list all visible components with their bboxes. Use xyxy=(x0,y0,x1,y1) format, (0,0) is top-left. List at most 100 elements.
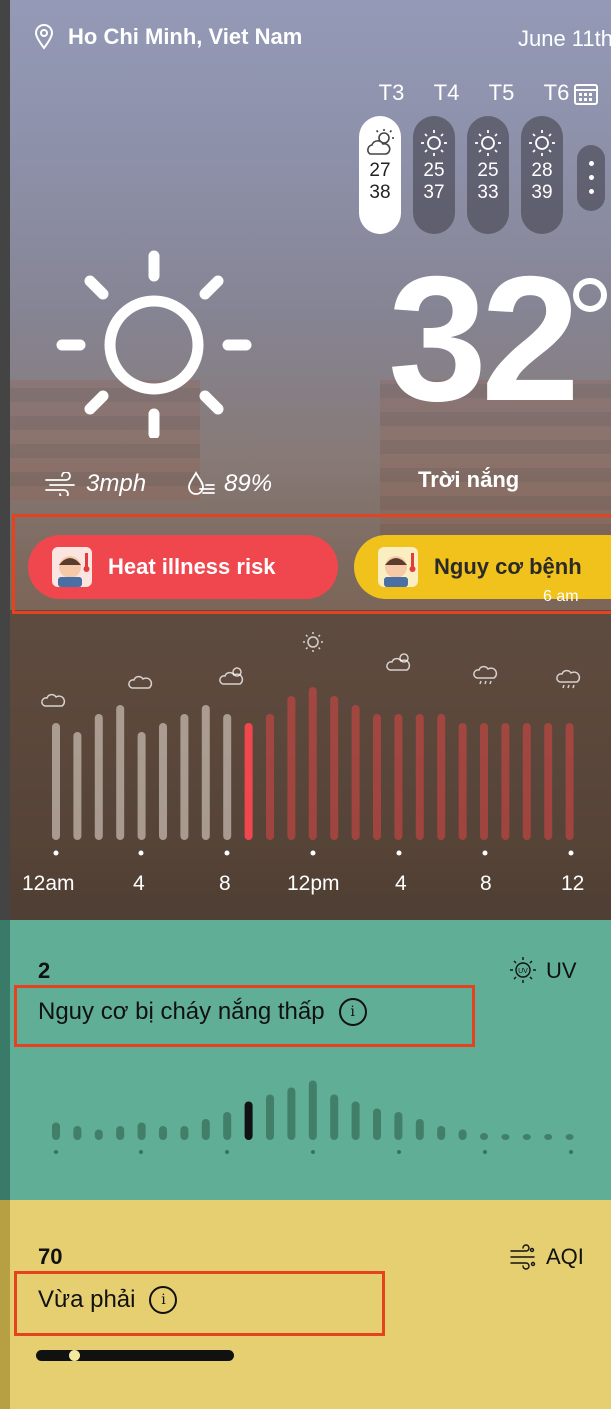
hour-tick-dot xyxy=(53,850,59,856)
hourly-bar xyxy=(266,714,274,840)
uv-bar xyxy=(480,1133,488,1140)
forecast-card[interactable]: 25 37 xyxy=(413,116,455,234)
forecast-card[interactable]: 28 39 xyxy=(521,116,563,234)
uv-tick-dot xyxy=(483,1150,487,1154)
humidity-icon xyxy=(188,471,215,495)
sun-icon xyxy=(421,130,447,156)
hourly-axis: 12am 4 8 12pm 4 8 12 xyxy=(0,872,611,902)
forecast-card[interactable]: 25 33 xyxy=(467,116,509,234)
hour-tick-dot xyxy=(396,850,402,856)
rain-cloud-icon xyxy=(556,669,581,689)
air-quality-icon xyxy=(510,1244,536,1270)
aqi-description: Vừa phải i xyxy=(38,1286,178,1314)
uv-tick-dot xyxy=(139,1150,143,1154)
uv-icon: UV xyxy=(508,955,538,990)
info-icon[interactable]: i xyxy=(338,998,367,1026)
forecast-low: 25 xyxy=(477,160,499,181)
hourly-bar xyxy=(137,732,146,840)
forecast-low: 25 xyxy=(423,160,445,181)
cloud-icon xyxy=(41,693,66,707)
hourly-bar xyxy=(544,723,553,840)
sun-icon xyxy=(475,130,501,156)
uv-bar xyxy=(223,1112,232,1140)
cloud-icon xyxy=(128,675,153,689)
uv-risk-text: Nguy cơ bị cháy nắng thấp xyxy=(38,998,325,1025)
rain-cloud-icon xyxy=(473,665,498,685)
uv-tick-dot xyxy=(569,1150,573,1154)
uv-tick-dot xyxy=(397,1150,401,1154)
aqi-status-text: Vừa phải xyxy=(38,1286,136,1313)
uv-bar xyxy=(522,1134,531,1140)
heat-illness-risk-button[interactable]: Heat illness risk xyxy=(28,535,338,599)
hourly-bar xyxy=(330,696,339,840)
hourly-bar xyxy=(501,723,510,840)
hourly-bar xyxy=(116,705,125,840)
hourly-bar xyxy=(437,714,446,840)
degree-symbol xyxy=(573,278,607,312)
uv-bar xyxy=(201,1119,210,1140)
alert-label: Nguy cơ bệnh xyxy=(434,554,582,579)
partly-cloudy-icon xyxy=(386,653,411,671)
uv-bar xyxy=(116,1126,125,1140)
calendar-icon[interactable] xyxy=(573,82,599,106)
uv-bar xyxy=(244,1101,253,1140)
hourly-bar xyxy=(201,705,210,840)
weather-screen: Ho Chi Minh, Viet Nam June 11th T3 T4 T5… xyxy=(0,0,611,1409)
forecast-low: 28 xyxy=(531,160,553,181)
day-label[interactable]: T4 xyxy=(419,80,474,106)
day-label[interactable]: T5 xyxy=(474,80,529,106)
location[interactable]: Ho Chi Minh, Viet Nam xyxy=(34,24,302,50)
hour-label: 12am xyxy=(22,872,75,895)
uv-tick-dot xyxy=(54,1150,58,1154)
uv-bar xyxy=(373,1108,381,1140)
forecast-high: 38 xyxy=(369,182,391,203)
uv-bar xyxy=(351,1101,360,1140)
hour-label: 8 xyxy=(480,872,492,895)
uv-chart xyxy=(52,1080,574,1154)
overheated-face-icon xyxy=(52,547,92,587)
uv-bar xyxy=(52,1122,60,1140)
humidity-value: 89% xyxy=(224,470,273,497)
more-menu-button[interactable] xyxy=(577,145,605,211)
uv-tick-dot xyxy=(311,1150,315,1154)
hour-tick-dot xyxy=(224,850,230,856)
location-name: Ho Chi Minh, Viet Nam xyxy=(68,24,303,49)
aqi-value: 70 xyxy=(38,1244,63,1269)
partly-cloudy-icon xyxy=(219,667,244,685)
hourly-bar xyxy=(159,723,167,840)
uv-bar xyxy=(437,1126,446,1140)
hour-tick-dot xyxy=(482,850,488,856)
forecast-high: 33 xyxy=(477,182,499,203)
hour-tick-dot xyxy=(568,850,574,856)
current-temperature: 32 xyxy=(388,239,580,438)
forecast-low: 27 xyxy=(369,160,391,181)
hourly-bar xyxy=(308,687,317,840)
uv-bar xyxy=(73,1126,82,1140)
uv-bar xyxy=(180,1126,189,1140)
partly-cloudy-icon xyxy=(367,129,394,155)
info-icon[interactable]: i xyxy=(149,1286,178,1314)
alert-label: Heat illness risk xyxy=(108,554,276,579)
wind-speed: 3mph xyxy=(44,470,146,498)
day-label[interactable]: T3 xyxy=(364,80,419,106)
hour-label: 4 xyxy=(395,872,407,895)
hourly-bar xyxy=(565,723,574,840)
forecast-high: 37 xyxy=(423,182,445,203)
uv-bar xyxy=(394,1112,403,1140)
sun-icon xyxy=(303,632,323,652)
svg-text:UV: UV xyxy=(518,968,528,975)
hour-label: 12pm xyxy=(287,872,340,895)
forecast-high: 39 xyxy=(531,182,553,203)
uv-bar xyxy=(330,1094,339,1140)
wind-icon xyxy=(45,472,75,496)
screen-edge xyxy=(0,1200,10,1409)
alert-time: 6 am xyxy=(543,588,579,605)
uv-description: Nguy cơ bị cháy nắng thấp i xyxy=(38,998,367,1026)
aqi-label: AQI xyxy=(546,1244,584,1269)
map-pin-icon xyxy=(34,24,54,50)
hourly-bar xyxy=(351,705,360,840)
forecast-card-selected[interactable]: 27 38 xyxy=(359,116,401,234)
hour-label: 12 xyxy=(561,872,585,895)
hourly-bar xyxy=(522,723,531,840)
hourly-bar xyxy=(394,714,403,840)
